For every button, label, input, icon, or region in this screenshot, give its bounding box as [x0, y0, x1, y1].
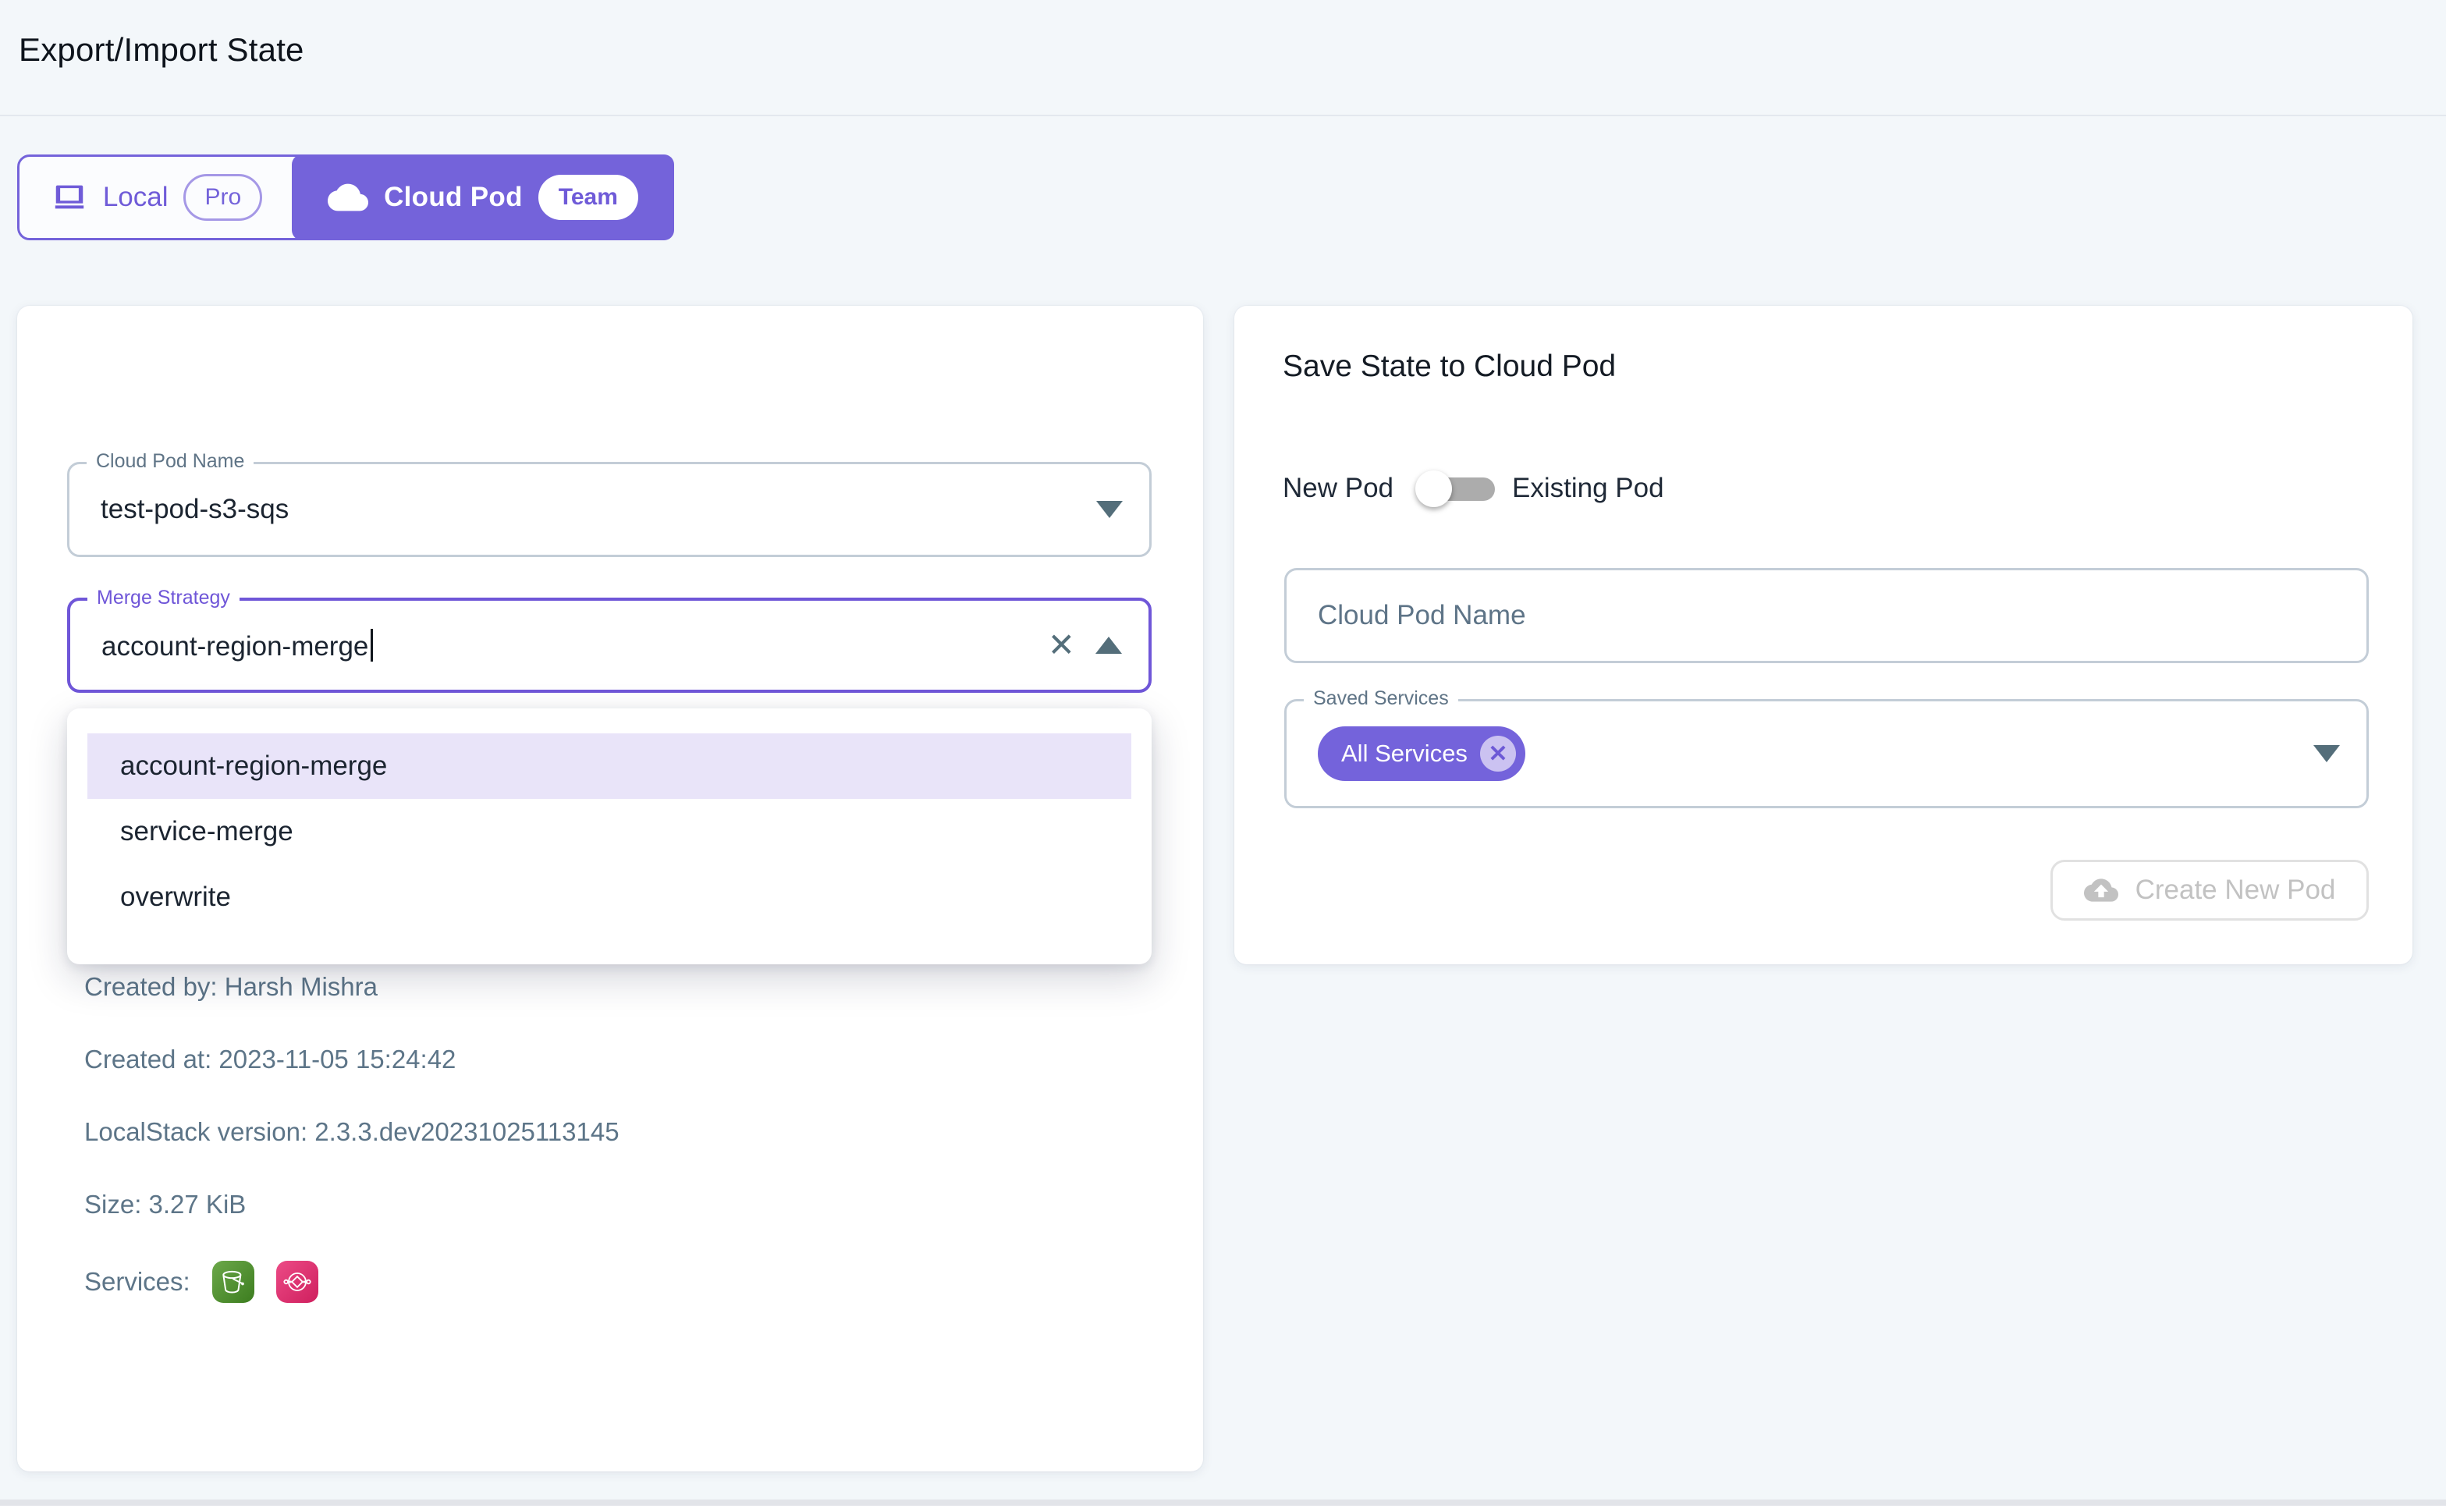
created-at-text: Created at: 2023-11-05 15:24:42: [84, 1045, 456, 1074]
pod-mode-toggle-row: New Pod Existing Pod: [1283, 459, 1664, 518]
tab-local[interactable]: Local Pro: [20, 157, 294, 238]
chevron-up-icon[interactable]: [1095, 637, 1122, 654]
pod-name-select-label: Cloud Pod Name: [87, 451, 254, 473]
page-title: Export/Import State: [19, 31, 304, 69]
cloud-icon: [328, 177, 368, 218]
header-divider: [0, 115, 2446, 116]
pod-name-select[interactable]: Cloud Pod Name test-pod-s3-sqs: [67, 462, 1152, 557]
services-row: Services:: [84, 1261, 318, 1303]
existing-pod-label: Existing Pod: [1512, 473, 1664, 504]
chevron-down-icon[interactable]: [1096, 501, 1123, 518]
chevron-down-icon[interactable]: [2313, 745, 2340, 762]
cloud-upload-icon: [2084, 873, 2118, 907]
merge-strategy-input[interactable]: Merge Strategy account-region-merge ✕: [67, 598, 1152, 693]
sqs-service-icon: [276, 1261, 318, 1303]
merge-strategy-listbox: account-region-merge service-merge overw…: [67, 708, 1152, 964]
chip-delete-icon[interactable]: ✕: [1480, 736, 1516, 772]
saved-services-label: Saved Services: [1304, 688, 1458, 710]
created-by-text: Created by: Harsh Mishra: [84, 972, 378, 1002]
option-overwrite[interactable]: overwrite: [87, 864, 1131, 930]
switch-thumb: [1415, 470, 1452, 507]
scrollbar-gutter: [0, 1506, 2446, 1512]
new-pod-name-input[interactable]: Cloud Pod Name: [1284, 568, 2369, 663]
services-label: Services:: [84, 1267, 190, 1297]
size-text: Size: 3.27 KiB: [84, 1190, 246, 1219]
export-import-state-page: Export/Import State Local Pro Cloud Pod …: [0, 0, 2446, 1512]
option-account-region-merge[interactable]: account-region-merge: [87, 733, 1131, 799]
create-button-label: Create New Pod: [2135, 875, 2336, 906]
new-pod-label: New Pod: [1283, 473, 1393, 504]
load-state-card: Load State from Cloud Pod Cloud Pod Name…: [17, 306, 1203, 1471]
merge-strategy-label: Merge Strategy: [87, 587, 240, 609]
new-pod-name-placeholder: Cloud Pod Name: [1318, 600, 1526, 631]
pod-mode-switch[interactable]: [1415, 459, 1498, 518]
all-services-chip: All Services ✕: [1318, 726, 1525, 781]
tab-local-label: Local: [103, 182, 169, 213]
pod-name-select-value: test-pod-s3-sqs: [101, 494, 289, 525]
tab-cloud-pod-label: Cloud Pod: [384, 182, 523, 213]
create-new-pod-button[interactable]: Create New Pod: [2050, 860, 2369, 921]
localstack-version-text: LocalStack version: 2.3.3.dev20231025113…: [84, 1117, 619, 1147]
s3-service-icon: [212, 1261, 254, 1303]
clear-icon[interactable]: ✕: [1048, 629, 1075, 662]
horizontal-scrollbar[interactable]: [0, 1500, 2446, 1506]
mode-tab-group: Local Pro Cloud Pod Team: [17, 154, 674, 240]
all-services-chip-label: All Services: [1341, 740, 1468, 768]
team-badge: Team: [538, 175, 638, 220]
pro-badge: Pro: [183, 174, 262, 221]
option-service-merge[interactable]: service-merge: [87, 799, 1131, 864]
text-cursor: [371, 629, 373, 662]
tab-cloud-pod[interactable]: Cloud Pod Team: [292, 154, 674, 240]
save-state-card: Save State to Cloud Pod New Pod Existing…: [1234, 306, 2412, 964]
laptop-icon: [51, 179, 87, 215]
save-card-title: Save State to Cloud Pod: [1283, 350, 1616, 384]
saved-services-select[interactable]: Saved Services All Services ✕: [1284, 699, 2369, 808]
merge-strategy-value: account-region-merge: [101, 631, 368, 662]
